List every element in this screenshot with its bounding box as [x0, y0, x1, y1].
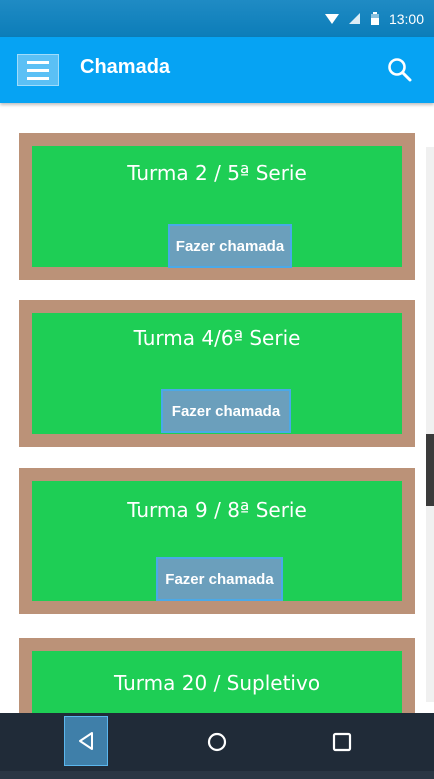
search-icon[interactable] [386, 56, 414, 84]
class-card: Turma 4/6ª Serie Fazer chamada [19, 300, 415, 447]
take-attendance-button[interactable]: Fazer chamada [161, 389, 291, 433]
app-bar: Chamada [0, 37, 434, 103]
scrollbar-track[interactable] [426, 147, 434, 702]
scrollbar-thumb[interactable] [426, 434, 434, 506]
class-title: Turma 20 / Supletivo [113, 671, 321, 695]
back-button[interactable] [64, 716, 108, 766]
home-circle-icon[interactable] [206, 731, 228, 753]
back-triangle-icon [79, 732, 93, 750]
signal-icon [348, 12, 360, 24]
wifi-icon [324, 13, 339, 24]
menu-button[interactable] [17, 54, 59, 86]
class-card-body: Turma 2 / 5ª Serie Fazer chamada [32, 146, 402, 268]
hamburger-menu-icon [27, 60, 49, 64]
battery-icon [370, 12, 379, 25]
class-card-body: Turma 9 / 8ª Serie Fazer chamada [32, 481, 402, 601]
status-time: 13:00 [388, 10, 424, 27]
class-card: Turma 2 / 5ª Serie Fazer chamada [19, 133, 415, 280]
hamburger-menu-icon-bar [27, 68, 49, 72]
take-attendance-button[interactable]: Fazer chamada [156, 557, 283, 601]
recent-apps-square-icon[interactable] [332, 732, 352, 752]
class-title: Turma 4/6ª Serie [133, 326, 301, 350]
class-title: Turma 9 / 8ª Serie [127, 498, 307, 522]
hamburger-menu-icon-bar [27, 76, 49, 80]
page-title: Chamada [80, 56, 171, 78]
class-card: Turma 9 / 8ª Serie Fazer chamada [19, 468, 415, 614]
class-card: Turma 20 / Supletivo [19, 638, 415, 713]
bottom-edge [0, 771, 434, 779]
class-card-body: Turma 4/6ª Serie Fazer chamada [32, 313, 402, 434]
class-list[interactable]: Turma 2 / 5ª Serie Fazer chamada Turma 4… [0, 103, 434, 713]
status-indicators: 13:00 [324, 0, 424, 37]
status-bar: 13:00 [0, 0, 434, 37]
class-title: Turma 2 / 5ª Serie [127, 161, 307, 185]
class-card-body: Turma 20 / Supletivo [32, 651, 402, 713]
take-attendance-button[interactable]: Fazer chamada [168, 224, 292, 268]
navigation-bar [0, 713, 434, 771]
